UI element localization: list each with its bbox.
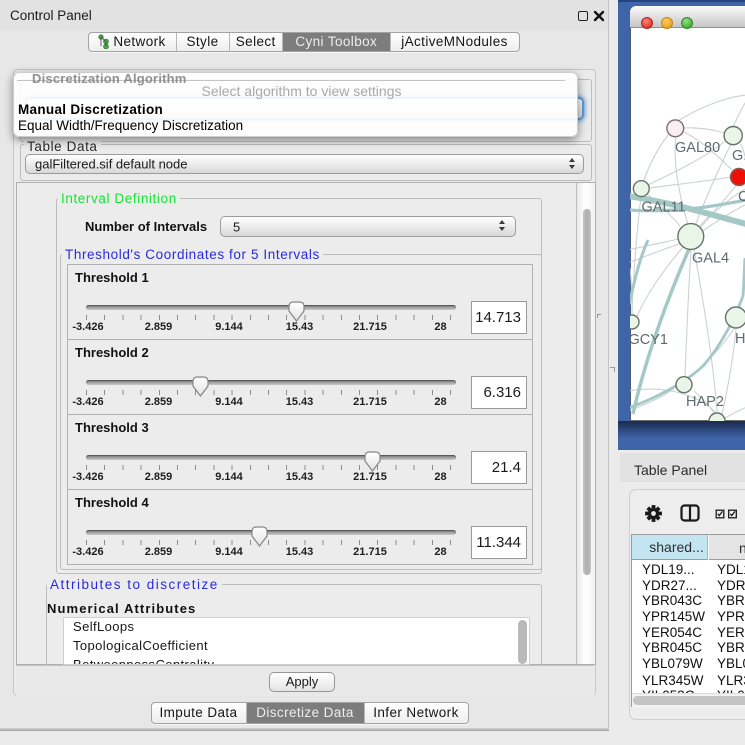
svg-text:GCY1: GCY1 xyxy=(630,332,668,348)
svg-text:C: C xyxy=(738,189,745,205)
svg-text:H: H xyxy=(735,331,745,347)
svg-text:HAP2: HAP2 xyxy=(686,394,724,410)
svg-text:GAL4: GAL4 xyxy=(692,251,729,267)
svg-text:GAL11: GAL11 xyxy=(642,200,686,216)
svg-text:G.: G. xyxy=(732,148,745,164)
svg-text:GAL80: GAL80 xyxy=(675,140,720,156)
